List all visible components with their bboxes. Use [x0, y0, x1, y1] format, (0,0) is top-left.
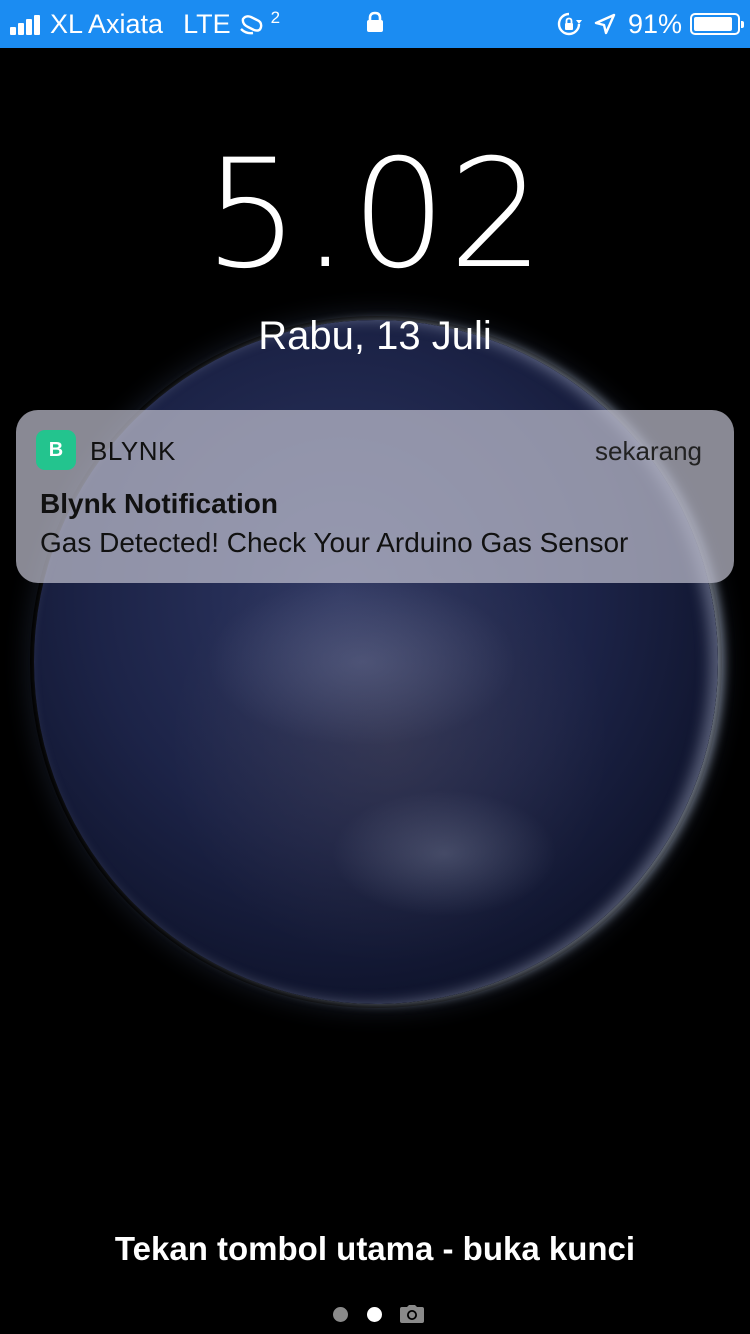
lock-date: Rabu, 13 Juli: [258, 314, 492, 358]
status-bar: XL Axiata LTE 2 91%: [0, 0, 750, 48]
camera-icon[interactable]: [400, 1305, 424, 1323]
signal-icon: [10, 13, 42, 35]
network-type: LTE: [183, 8, 231, 39]
unlock-hint: Tekan tombol utama - buka kunci: [114, 1230, 636, 1267]
page-dot-2-active[interactable]: [367, 1307, 382, 1322]
page-dot-1[interactable]: [333, 1307, 348, 1322]
location-icon: [594, 13, 616, 35]
page-indicator: [0, 1300, 750, 1328]
status-right: 91%: [556, 0, 744, 48]
notification-card[interactable]: B BLYNK sekarang Blynk Notification Gas …: [16, 410, 734, 583]
status-left: XL Axiata LTE 2: [10, 0, 280, 48]
lock-icon: [366, 9, 384, 40]
app-icon-letter: B: [48, 438, 64, 461]
notification-header: B BLYNK sekarang: [16, 410, 734, 492]
battery-level: [694, 17, 732, 31]
notification-time: sekarang: [595, 436, 702, 466]
carrier-name: XL Axiata: [50, 8, 164, 39]
notification-title: Blynk Notification: [40, 488, 279, 519]
battery-percent: 91%: [627, 8, 682, 39]
notification-app-name: BLYNK: [90, 436, 176, 466]
battery-icon: [690, 13, 744, 35]
hotspot-icon: 2: [237, 8, 280, 36]
rotation-lock-icon: [556, 11, 582, 37]
blynk-app-icon: B: [36, 430, 76, 470]
notification-body: Gas Detected! Check Your Arduino Gas Sen…: [40, 527, 629, 558]
lock-time: 5.02: [204, 128, 546, 302]
hotspot-count: 2: [270, 8, 281, 27]
